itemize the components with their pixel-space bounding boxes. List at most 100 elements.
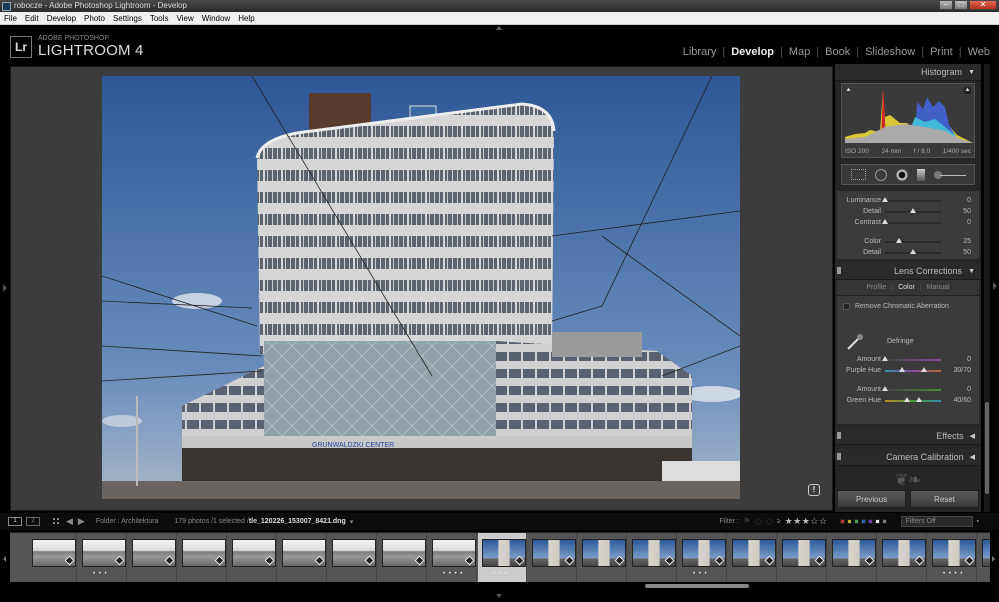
filmstrip-thumbnail[interactable]	[828, 533, 877, 582]
right-panel-toggle[interactable]	[993, 282, 997, 290]
filmstrip-thumbnail[interactable]	[228, 533, 277, 582]
filename-dropdown-icon[interactable]: ▾	[350, 518, 354, 526]
slider-thumb[interactable]	[910, 207, 916, 213]
minimize-button[interactable]: –	[939, 0, 953, 10]
menu-edit[interactable]: Edit	[21, 12, 43, 24]
develop-settings-badge-icon[interactable]	[464, 555, 475, 566]
scrollbar-thumb[interactable]	[985, 402, 989, 494]
slider-value[interactable]: 0	[941, 197, 971, 204]
module-develop[interactable]: Develop	[731, 46, 774, 58]
filmstrip-thumbnail[interactable]	[378, 533, 427, 582]
spot-removal-icon[interactable]	[874, 168, 887, 181]
develop-settings-badge-icon[interactable]	[114, 555, 125, 566]
filmstrip-thumbnail[interactable]	[528, 533, 577, 582]
filter-lock-icon[interactable]: ▪	[977, 518, 979, 525]
remove-ca-row[interactable]: Remove Chromatic Aberration	[837, 301, 979, 312]
tab-color[interactable]: Color	[893, 284, 920, 291]
develop-settings-badge-icon[interactable]	[264, 555, 275, 566]
filmstrip-scrollbar[interactable]	[645, 584, 749, 588]
color-label-filter-swatch[interactable]	[860, 519, 866, 524]
lens-corrections-header[interactable]: Lens Corrections ▼	[835, 263, 981, 280]
menu-view[interactable]: View	[173, 12, 198, 24]
adjustment-brush-icon[interactable]	[933, 170, 966, 180]
slider-thumb[interactable]	[882, 385, 888, 391]
filmstrip-thumbnail[interactable]: • • •	[78, 533, 127, 582]
slider-value[interactable]: 0	[941, 356, 971, 363]
color-label-filter-swatch[interactable]	[867, 519, 873, 524]
develop-settings-badge-icon[interactable]	[814, 555, 825, 566]
grid-view-icon[interactable]	[52, 517, 61, 526]
slider-thumb[interactable]	[882, 196, 888, 202]
rating-operator[interactable]: ≥	[777, 518, 781, 525]
slider-value[interactable]: 30/70	[941, 367, 971, 374]
module-web[interactable]: Web	[968, 46, 990, 58]
slider-track[interactable]	[882, 218, 941, 224]
tab-profile[interactable]: Profile	[861, 284, 891, 291]
filmstrip-thumbnail[interactable]	[578, 533, 627, 582]
develop-settings-badge-icon[interactable]	[314, 555, 325, 566]
panel-switch-icon[interactable]	[837, 267, 841, 274]
slider-track[interactable]	[885, 366, 941, 372]
slider-value[interactable]: 50	[941, 249, 971, 256]
clipping-warning-icon[interactable]: !	[808, 484, 820, 496]
effects-header[interactable]: Effects ◀	[835, 428, 981, 445]
slider-value[interactable]: 50	[941, 208, 971, 215]
develop-settings-badge-icon[interactable]	[214, 555, 225, 566]
filmstrip-thumbnail[interactable]	[728, 533, 777, 582]
filter-preset-select[interactable]: Filters Off	[900, 516, 973, 527]
develop-settings-badge-icon[interactable]	[514, 555, 525, 566]
develop-settings-badge-icon[interactable]	[564, 555, 575, 566]
filmstrip-scroll-right-icon[interactable]	[992, 556, 995, 562]
filmstrip-thumbnail[interactable]: • • • •	[428, 533, 477, 582]
bottom-panel-toggle[interactable]	[496, 594, 502, 598]
slider-track[interactable]	[885, 237, 941, 243]
develop-settings-badge-icon[interactable]	[764, 555, 775, 566]
secondary-view-button[interactable]: 2	[26, 517, 40, 526]
selected-filename[interactable]: tle_120226_153007_8421.dng	[249, 518, 346, 525]
menu-settings[interactable]: Settings	[109, 12, 146, 24]
histogram[interactable]: ▲ ▲ ISO 200 24 mm f / 8,0 1/400 sec	[841, 83, 975, 158]
slider-track[interactable]	[885, 396, 941, 402]
develop-settings-badge-icon[interactable]	[414, 555, 425, 566]
top-panel-toggle[interactable]	[496, 26, 502, 30]
module-library[interactable]: Library	[683, 46, 717, 58]
slider-value[interactable]: 0	[941, 219, 971, 226]
module-slideshow[interactable]: Slideshow	[865, 46, 915, 58]
tab-manual[interactable]: Manual	[922, 284, 955, 291]
primary-view-button[interactable]: 1	[8, 517, 22, 526]
slider-track[interactable]	[885, 207, 941, 213]
color-label-filter-swatch[interactable]	[846, 519, 852, 524]
menu-file[interactable]: File	[0, 12, 21, 24]
slider-track[interactable]	[885, 248, 941, 254]
graduated-filter-icon[interactable]	[916, 168, 925, 181]
menu-photo[interactable]: Photo	[80, 12, 109, 24]
histogram-header[interactable]: Histogram ▼	[835, 64, 981, 81]
menu-help[interactable]: Help	[234, 12, 258, 24]
slider-value[interactable]: 0	[941, 386, 971, 393]
red-eye-icon[interactable]	[895, 168, 908, 181]
eyedropper-icon[interactable]	[845, 332, 865, 352]
color-label-filter-swatch[interactable]	[881, 519, 887, 524]
remove-ca-checkbox[interactable]	[843, 303, 850, 310]
color-label-filter-swatch[interactable]	[853, 519, 859, 524]
filmstrip-scroll-left-icon[interactable]	[3, 556, 6, 562]
slider-thumb[interactable]	[910, 248, 916, 254]
slider-track[interactable]	[882, 385, 941, 391]
panel-switch-icon[interactable]	[837, 453, 841, 460]
develop-settings-badge-icon[interactable]	[364, 555, 375, 566]
camera-calibration-header[interactable]: Camera Calibration ◀	[835, 449, 981, 466]
menu-develop[interactable]: Develop	[43, 12, 80, 24]
right-panel-scrollbar[interactable]	[984, 64, 990, 512]
folder-source[interactable]: Folder : Architektura	[96, 518, 159, 525]
rating-filter-stars[interactable]: ★★★☆☆	[785, 516, 828, 527]
slider-thumb[interactable]	[904, 396, 911, 402]
crop-overlay-icon[interactable]	[850, 169, 866, 180]
main-photo[interactable]: GRUNWALDZKI CENTER	[102, 76, 740, 499]
slider-value[interactable]: 25	[941, 238, 971, 245]
left-panel-toggle[interactable]	[3, 284, 7, 292]
filmstrip-thumbnail[interactable]	[978, 533, 990, 582]
filmstrip-thumbnail[interactable]	[178, 533, 227, 582]
slider-thumb[interactable]	[882, 355, 888, 361]
maximize-button[interactable]: □	[954, 0, 968, 10]
filmstrip-thumbnail[interactable]	[628, 533, 677, 582]
